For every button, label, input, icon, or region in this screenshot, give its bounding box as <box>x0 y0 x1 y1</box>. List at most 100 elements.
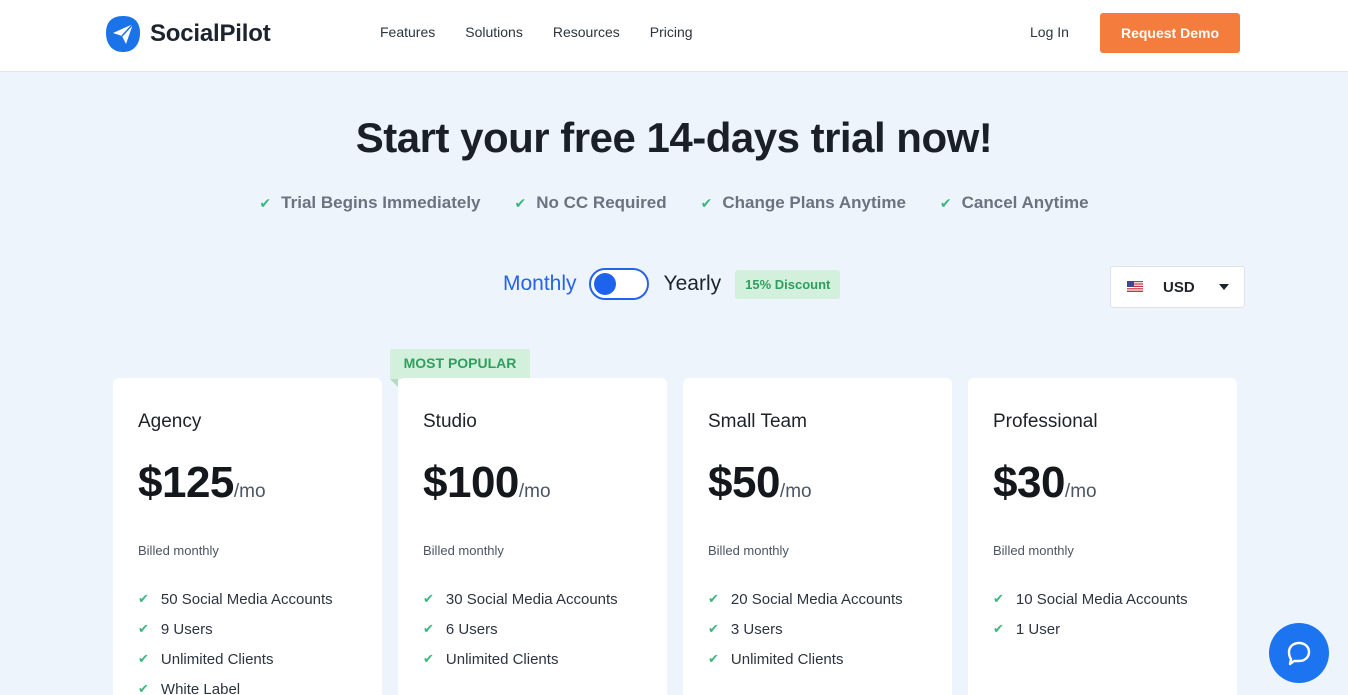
nav-resources[interactable]: Resources <box>553 24 620 40</box>
chat-bubble-icon <box>1287 641 1311 666</box>
feature-item: ✔ 30 Social Media Accounts <box>423 584 618 614</box>
nav-solutions[interactable]: Solutions <box>465 24 523 40</box>
billing-note: Billed monthly <box>708 543 789 558</box>
feature-label: 6 Users <box>445 620 498 638</box>
price-unit: /mo <box>1064 481 1097 502</box>
paper-plane-logo-icon <box>106 16 140 52</box>
feature-label: 3 Users <box>730 620 783 638</box>
feature-label: 30 Social Media Accounts <box>445 590 618 608</box>
plan-price: $50 /mo <box>708 458 812 508</box>
top-navigation-bar: SocialPilot Features Solutions Resources… <box>0 0 1348 72</box>
perk-label: Cancel Anytime <box>961 193 1089 212</box>
perk-label: Trial Begins Immediately <box>281 193 481 212</box>
feature-label: 50 Social Media Accounts <box>160 590 333 608</box>
feature-list: ✔ 10 Social Media Accounts ✔ 1 User <box>993 584 1188 644</box>
plan-price: $100 /mo <box>423 458 551 508</box>
perk-item: ✔ Trial Begins Immediately <box>259 193 480 213</box>
check-icon: ✔ <box>993 621 1004 636</box>
feature-list: ✔ 20 Social Media Accounts ✔ 3 Users ✔ Unli… <box>708 584 903 674</box>
check-icon: ✔ <box>939 194 952 211</box>
brand-name: SocialPilot <box>150 20 271 47</box>
perk-item: ✔ Cancel Anytime <box>940 193 1089 213</box>
perk-item: ✔ Change Plans Anytime <box>701 193 906 213</box>
page-title: Start your free 14-days trial now! <box>355 114 993 161</box>
brand-logo[interactable]: SocialPilot <box>104 14 271 54</box>
trial-perks: ✔ Trial Begins Immediately ✔ No CC Requi… <box>0 193 1348 213</box>
billing-toggle[interactable] <box>588 268 649 300</box>
price-unit: /mo <box>518 481 551 502</box>
feature-item: ✔ Unlimited Clients <box>423 644 618 674</box>
feature-item: ✔ 10 Social Media Accounts <box>993 584 1188 614</box>
feature-label: Unlimited Clients <box>160 650 274 668</box>
check-icon: ✔ <box>423 651 434 666</box>
perk-item: ✔ No CC Required <box>515 193 667 213</box>
feature-label: Unlimited Clients <box>730 650 844 668</box>
feature-label: White Label <box>160 680 241 695</box>
currency-select[interactable]: USD <box>1110 266 1245 308</box>
check-icon: ✔ <box>514 194 527 211</box>
check-icon: ✔ <box>138 681 149 695</box>
login-link[interactable]: Log In <box>1030 24 1069 40</box>
check-icon: ✔ <box>138 621 149 636</box>
billing-note: Billed monthly <box>138 543 219 558</box>
feature-item: ✔ Unlimited Clients <box>708 644 903 674</box>
price-amount: $100 <box>423 458 519 507</box>
plan-name: Small Team <box>708 411 807 432</box>
price-amount: $50 <box>708 458 780 507</box>
price-amount: $125 <box>138 458 234 507</box>
plan-name: Agency <box>138 411 202 432</box>
feature-item: ✔ 9 Users <box>138 614 333 644</box>
check-icon: ✔ <box>138 591 149 606</box>
feature-item: ✔ 3 Users <box>708 614 903 644</box>
feature-item: ✔ 1 User <box>993 614 1188 644</box>
request-demo-button[interactable]: Request Demo <box>1100 13 1240 53</box>
nav-pricing[interactable]: Pricing <box>650 24 693 40</box>
main-nav: Features Solutions Resources Pricing <box>380 24 693 40</box>
feature-item: ✔ 6 Users <box>423 614 618 644</box>
check-icon: ✔ <box>259 194 272 211</box>
chevron-down-icon <box>1219 284 1229 290</box>
plan-card-agency: Agency $125 /mo Billed monthly ✔ 50 Socia… <box>113 378 382 695</box>
check-icon: ✔ <box>708 621 719 636</box>
feature-list: ✔ 30 Social Media Accounts ✔ 6 Users ✔ Unli… <box>423 584 618 674</box>
price-amount: $30 <box>993 458 1065 507</box>
check-icon: ✔ <box>138 651 149 666</box>
ribbon-fold <box>390 379 398 387</box>
feature-label: 9 Users <box>160 620 213 638</box>
check-icon: ✔ <box>993 591 1004 606</box>
price-unit: /mo <box>779 481 812 502</box>
feature-label: 1 User <box>1015 620 1061 638</box>
check-icon: ✔ <box>708 651 719 666</box>
nav-features[interactable]: Features <box>380 24 435 40</box>
feature-item: ✔ Unlimited Clients <box>138 644 333 674</box>
billing-period-switch: Monthly Yearly 15% Discount <box>503 268 841 300</box>
billing-note: Billed monthly <box>993 543 1074 558</box>
billing-note: Billed monthly <box>423 543 504 558</box>
feature-item: ✔ White Label <box>138 674 333 695</box>
plan-card-professional: Professional $30 /mo Billed monthly ✔ 10 … <box>968 378 1237 695</box>
plan-card-small-team: Small Team $50 /mo Billed monthly ✔ 20 So… <box>683 378 952 695</box>
feature-item: ✔ 20 Social Media Accounts <box>708 584 903 614</box>
check-icon: ✔ <box>708 591 719 606</box>
check-icon: ✔ <box>423 621 434 636</box>
monthly-label[interactable]: Monthly <box>503 272 577 296</box>
us-flag-icon <box>1127 281 1143 292</box>
plan-name: Professional <box>993 411 1098 432</box>
plan-card-studio: Studio $100 /mo Billed monthly ✔ 30 Socia… <box>398 378 667 695</box>
feature-list: ✔ 50 Social Media Accounts ✔ 9 Users ✔ Unli… <box>138 584 333 695</box>
perk-label: Change Plans Anytime <box>722 193 906 212</box>
price-unit: /mo <box>233 481 266 502</box>
feature-label: Unlimited Clients <box>445 650 559 668</box>
perk-label: No CC Required <box>536 193 667 212</box>
discount-badge: 15% Discount <box>735 269 841 299</box>
chat-launcher-button[interactable] <box>1269 623 1329 683</box>
toggle-knob <box>593 273 616 295</box>
check-icon: ✔ <box>423 591 434 606</box>
feature-item: ✔ 50 Social Media Accounts <box>138 584 333 614</box>
yearly-label[interactable]: Yearly <box>664 272 722 296</box>
feature-label: 10 Social Media Accounts <box>1015 590 1188 608</box>
feature-label: 20 Social Media Accounts <box>730 590 903 608</box>
currency-value: USD <box>1163 279 1195 296</box>
plan-price: $125 /mo <box>138 458 266 508</box>
plan-name: Studio <box>423 411 477 432</box>
